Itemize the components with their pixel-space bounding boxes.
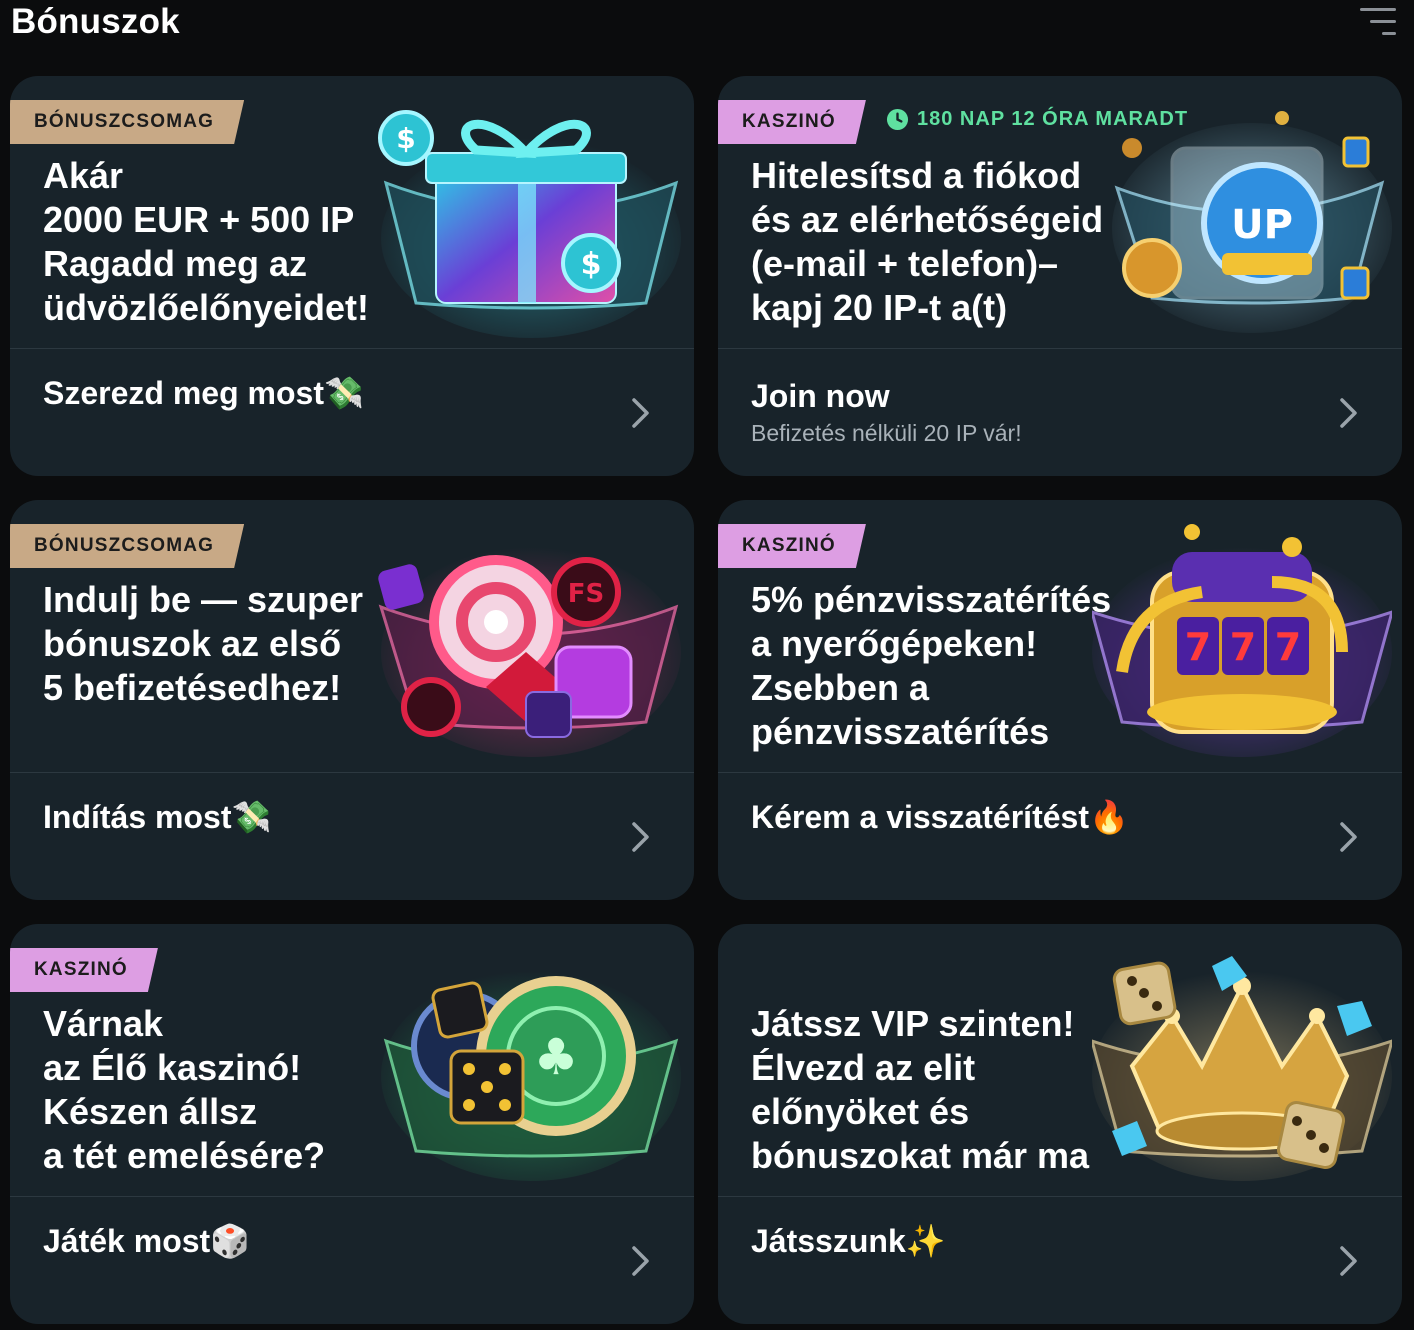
divider (10, 772, 694, 773)
divider (718, 1196, 1402, 1197)
category-tag: BÓNUSZCSOMAG (10, 100, 244, 144)
bonus-card-cashback[interactable]: 7 7 7 KASZINÓ 5% pénzvisszatérítés a nye… (718, 500, 1402, 900)
bonuses-page: Bónuszok BÓNUSZCSOMAG Akár 2000 EUR + 50… (0, 0, 1414, 1330)
chevron-right-icon[interactable] (630, 396, 652, 430)
category-tag: KASZINÓ (718, 100, 866, 144)
cta-label[interactable]: Kérem a visszatérítést🔥 (751, 798, 1129, 836)
card-body: BÓNUSZCSOMAG Indulj be — szuper bónuszok… (10, 500, 694, 772)
svg-text:FS: FS (568, 579, 605, 609)
filter-icon[interactable] (1356, 4, 1400, 38)
bonus-card-welcome[interactable]: BÓNUSZCSOMAG Akár 2000 EUR + 500 IP Raga… (10, 76, 694, 476)
divider (10, 1196, 694, 1197)
cta-subtitle: Befizetés nélküli 20 IP vár! (751, 420, 1022, 446)
svg-text:7: 7 (1185, 625, 1211, 669)
svg-text:$: $ (396, 122, 415, 155)
bonus-card-first-deposits[interactable]: BÓNUSZCSOMAG Indulj be — szuper bónuszok… (10, 500, 694, 900)
divider (10, 348, 694, 349)
card-body: 7 7 7 KASZINÓ 5% pénzvisszatérítés a nye… (718, 500, 1402, 772)
clock-icon (886, 108, 909, 131)
chevron-right-icon[interactable] (1338, 396, 1360, 430)
card-body: Játssz VIP szinten! Élvezd az elit előny… (718, 924, 1402, 1196)
candy-chips-icon: FS (378, 547, 681, 757)
bonus-card-verify[interactable]: KASZINÓ 180 NAP 12 ÓRA MARADT Hitelesíts… (718, 76, 1402, 476)
chevron-right-icon[interactable] (1338, 1244, 1360, 1278)
category-tag: KASZINÓ (10, 948, 158, 992)
svg-text:7: 7 (1275, 625, 1301, 669)
chevron-right-icon[interactable] (630, 1244, 652, 1278)
gift-box-icon: $ $ (378, 110, 681, 338)
card-title: Hitelesítsd a fiókod és az elérhetőségei… (751, 155, 1104, 328)
category-tag: BÓNUSZCSOMAG (10, 524, 244, 568)
chevron-right-icon[interactable] (1338, 820, 1360, 854)
bonus-card-vip[interactable]: Játssz VIP szinten! Élvezd az elit előny… (718, 924, 1402, 1324)
cta-label[interactable]: Join now (751, 378, 890, 415)
svg-text:♣: ♣ (534, 1028, 579, 1086)
crown-icon (1092, 956, 1392, 1181)
chevron-right-icon[interactable] (630, 820, 652, 854)
cta-label[interactable]: Játsszunk✨ (751, 1222, 946, 1260)
divider (718, 772, 1402, 773)
card-body: KASZINÓ 180 NAP 12 ÓRA MARADT Hitelesíts… (718, 76, 1402, 348)
page-title: Bónuszok (11, 2, 180, 41)
cta-label[interactable]: Szerezd meg most💸 (43, 374, 364, 412)
svg-text:$: $ (581, 247, 602, 282)
card-title: Akár 2000 EUR + 500 IP Ragadd meg az üdv… (43, 155, 370, 328)
category-tag: KASZINÓ (718, 524, 866, 568)
card-title: 5% pénzvisszatérítés a nyerőgépeken! Zse… (751, 579, 1112, 752)
bonus-card-live-casino[interactable]: KASZINÓ Várnak az Élő kaszinó! Készen ál… (10, 924, 694, 1324)
card-title: Játssz VIP szinten! Élvezd az elit előny… (751, 1003, 1090, 1176)
card-body: BÓNUSZCSOMAG Akár 2000 EUR + 500 IP Raga… (10, 76, 694, 348)
header: Bónuszok (0, 0, 1414, 50)
svg-text:UP: UP (1231, 202, 1293, 248)
card-body: KASZINÓ Várnak az Élő kaszinó! Készen ál… (10, 924, 694, 1196)
cta-label[interactable]: Indítás most💸 (43, 798, 271, 836)
svg-text:7: 7 (1230, 625, 1256, 669)
coin-up-icon: UP (1112, 111, 1392, 333)
cta-label[interactable]: Játék most🎲 (43, 1222, 250, 1260)
card-title: Várnak az Élő kaszinó! Készen állsz a té… (43, 1003, 326, 1176)
divider (718, 348, 1402, 349)
casino-chips-icon: ♣ (381, 971, 681, 1181)
card-title: Indulj be — szuper bónuszok az első 5 be… (43, 579, 364, 708)
